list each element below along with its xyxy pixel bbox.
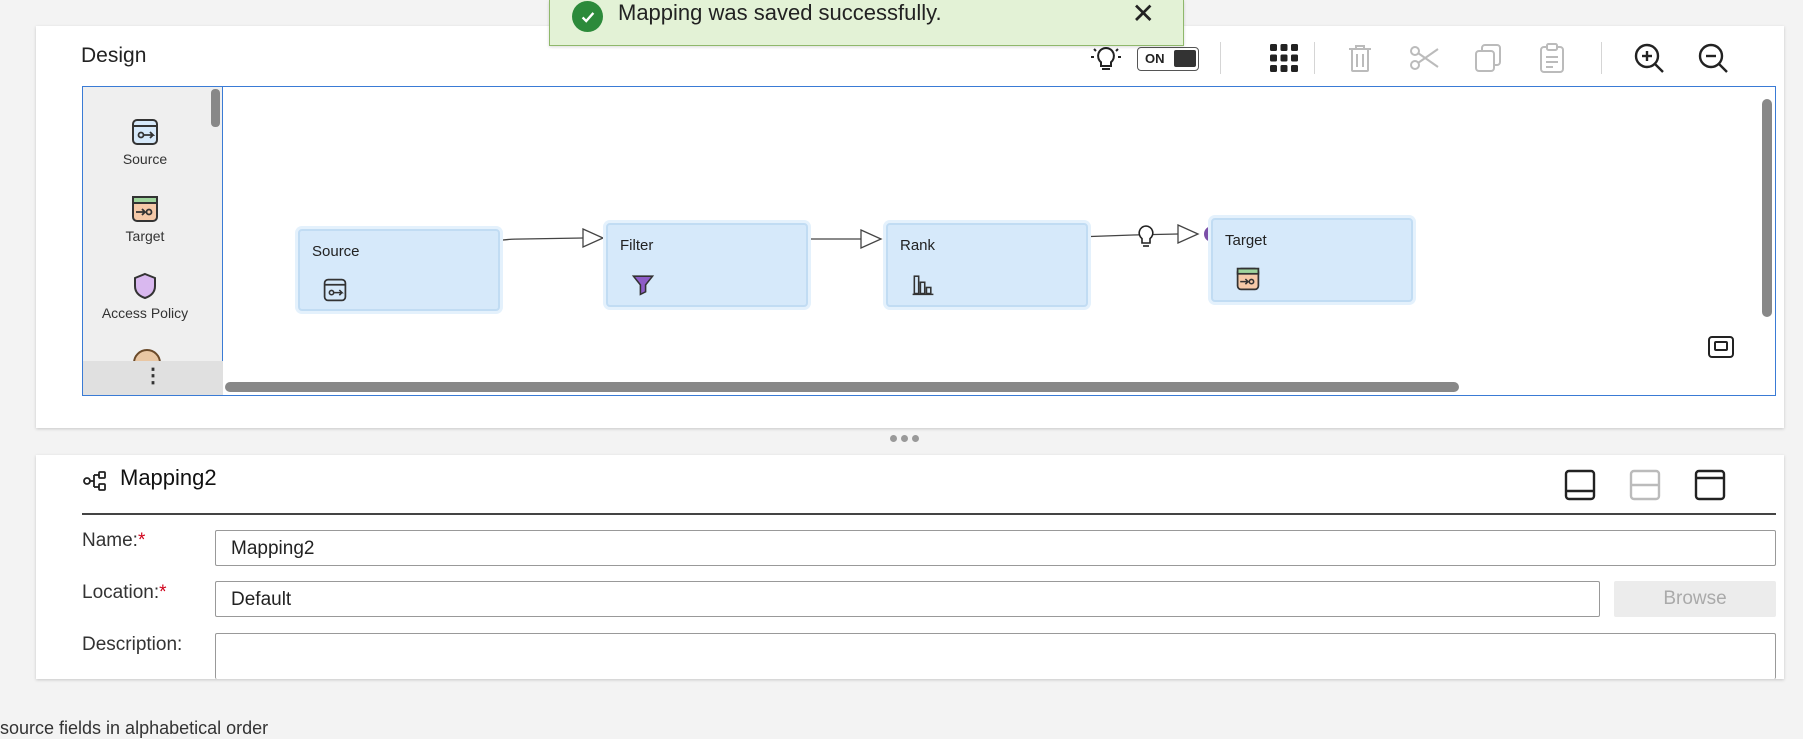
fit-to-screen-icon[interactable] — [1707, 335, 1735, 359]
location-label: Location:* — [82, 582, 167, 603]
palette-more-button[interactable]: ⋮ — [83, 361, 223, 395]
filter-icon — [631, 275, 655, 296]
panel-splitter[interactable] — [890, 435, 919, 442]
footer-text: source fields in alphabetical order — [0, 718, 269, 738]
source-icon — [132, 119, 158, 145]
toggle-label: ON — [1145, 51, 1165, 66]
palette-item-target[interactable]: Target — [83, 194, 207, 244]
success-toast: Mapping was saved successfully. ✕ — [549, 0, 1184, 46]
shield-icon — [134, 272, 156, 300]
design-title: Design — [81, 44, 147, 67]
splitter-dot — [901, 435, 908, 442]
location-field[interactable]: Default — [215, 581, 1600, 617]
node-label: Source — [312, 243, 360, 260]
toolbar-divider — [1314, 42, 1315, 74]
palette-item-access-policy[interactable]: Access Policy — [83, 271, 207, 321]
design-panel: Design ON Source Target Access Policy ⋮ … — [36, 26, 1784, 428]
copy-icon[interactable] — [1470, 40, 1506, 76]
check-circle-icon — [572, 1, 603, 32]
suggestions-toggle[interactable]: ON — [1137, 47, 1199, 71]
close-icon[interactable]: ✕ — [1132, 0, 1155, 28]
dock-bottom-icon[interactable] — [1564, 469, 1596, 501]
transformation-palette: Source Target Access Policy ⋮ — [83, 87, 223, 395]
node-target[interactable]: Target — [1211, 218, 1413, 302]
node-label: Rank — [900, 237, 936, 254]
toggle-knob — [1174, 50, 1196, 67]
palette-label: Access Policy — [101, 305, 189, 321]
paste-icon[interactable] — [1534, 40, 1570, 76]
splitter-dot — [912, 435, 919, 442]
mapping-icon — [83, 471, 106, 491]
arrow-head — [1177, 223, 1200, 245]
arrow-head — [860, 228, 883, 250]
properties-header — [82, 455, 1776, 515]
palette-label: Source — [122, 151, 168, 167]
target-icon — [132, 196, 158, 222]
grid-icon[interactable] — [1266, 40, 1302, 76]
description-field[interactable] — [215, 633, 1776, 679]
toast-message: Mapping was saved successfully. — [618, 0, 942, 25]
node-label: Target — [1225, 232, 1267, 249]
zoom-in-icon[interactable] — [1631, 40, 1667, 76]
split-view-icon[interactable] — [1629, 469, 1661, 501]
description-label: Description: — [82, 634, 183, 655]
node-rank[interactable]: Rank — [886, 223, 1088, 307]
lightbulb-icon[interactable] — [1138, 225, 1154, 247]
palette-scrollbar[interactable] — [211, 89, 220, 127]
rank-icon — [912, 275, 934, 296]
mapping-canvas[interactable]: Source Target Access Policy ⋮ Source Fil… — [82, 86, 1776, 396]
target-icon — [1236, 267, 1260, 291]
node-label: Filter — [620, 237, 654, 254]
zoom-out-icon[interactable] — [1695, 40, 1731, 76]
source-icon — [323, 278, 347, 302]
properties-title: Mapping2 — [120, 465, 217, 490]
palette-label: Target — [125, 228, 165, 244]
toolbar-divider — [1220, 42, 1221, 74]
scissors-icon[interactable] — [1406, 40, 1442, 76]
arrow-head — [582, 227, 605, 249]
properties-panel: Mapping2 Name:* Mapping2 Location:* Defa… — [36, 455, 1784, 679]
name-label: Name:* — [82, 530, 146, 551]
canvas-vertical-scrollbar[interactable] — [1762, 99, 1772, 317]
palette-item-source[interactable]: Source — [83, 117, 207, 167]
node-filter[interactable]: Filter — [606, 223, 808, 307]
canvas-horizontal-scrollbar[interactable] — [225, 382, 1459, 392]
dock-top-icon[interactable] — [1694, 469, 1726, 501]
toolbar-divider — [1601, 42, 1602, 74]
splitter-dot — [890, 435, 897, 442]
browse-button[interactable]: Browse — [1614, 581, 1776, 617]
name-field[interactable]: Mapping2 — [215, 530, 1776, 566]
node-source[interactable]: Source — [298, 229, 500, 311]
trash-icon[interactable] — [1342, 40, 1378, 76]
